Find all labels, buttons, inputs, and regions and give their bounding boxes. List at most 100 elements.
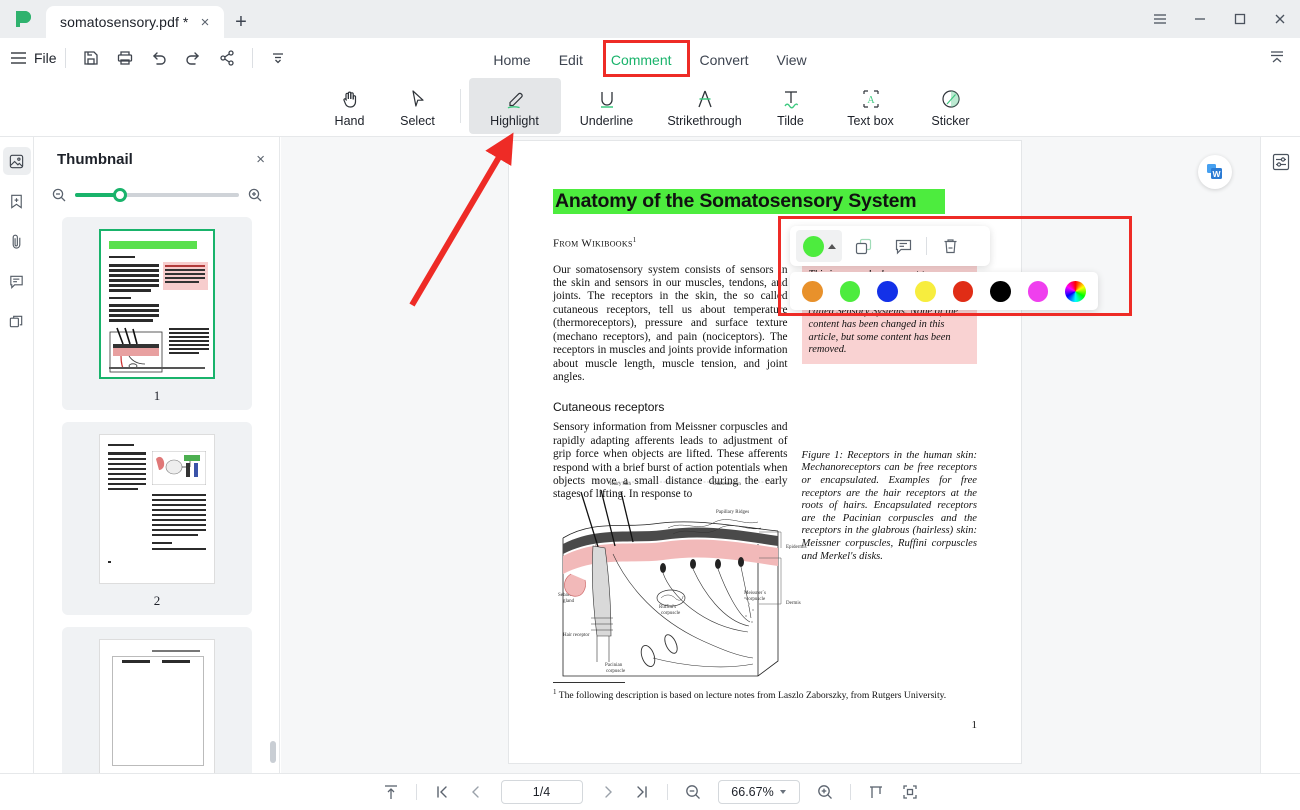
close-icon[interactable] bbox=[1260, 0, 1300, 38]
tool-label: Select bbox=[400, 114, 435, 128]
tab-title: somatosensory.pdf * bbox=[60, 14, 189, 30]
svg-text:Dermis: Dermis bbox=[786, 601, 801, 606]
divider bbox=[849, 784, 851, 800]
window-menu-icon[interactable] bbox=[1140, 0, 1180, 38]
list-item[interactable]: 1 bbox=[62, 217, 252, 410]
rail-bookmark-add-icon[interactable] bbox=[3, 187, 31, 215]
delete-button[interactable] bbox=[931, 230, 969, 262]
divider bbox=[459, 89, 461, 123]
swatch-orange[interactable] bbox=[802, 280, 823, 302]
tab-home[interactable]: Home bbox=[479, 48, 544, 72]
zoom-in-icon[interactable] bbox=[247, 187, 263, 203]
svg-text:gland: gland bbox=[563, 599, 575, 604]
tool-label: Underline bbox=[579, 114, 634, 128]
thumbnail-page-1[interactable] bbox=[99, 229, 215, 379]
color-dropdown-button[interactable] bbox=[796, 230, 842, 262]
rail-layers-icon[interactable] bbox=[3, 307, 31, 335]
tilde-icon bbox=[780, 84, 802, 110]
zoom-out-icon[interactable] bbox=[678, 779, 708, 805]
sticker-icon bbox=[940, 84, 962, 110]
thumbnail-page-3[interactable] bbox=[99, 639, 215, 773]
title-bar: somatosensory.pdf * × + bbox=[0, 0, 1300, 38]
tool-strikethrough[interactable]: Strikethrough bbox=[653, 78, 757, 134]
convert-to-word-button[interactable]: W bbox=[1198, 155, 1232, 189]
document-title: Anatomy of the Somatosensory System bbox=[553, 189, 945, 214]
rail-comment-icon[interactable] bbox=[3, 267, 31, 295]
document-page-number: 1 bbox=[971, 719, 978, 731]
chevron-up-icon bbox=[827, 243, 836, 249]
thumbnail-scrollbar[interactable] bbox=[270, 741, 276, 763]
tab-edit[interactable]: Edit bbox=[545, 48, 597, 72]
thumbnail-zoom-row bbox=[35, 181, 279, 203]
tool-label: Sticker bbox=[931, 114, 970, 128]
word-icon: W bbox=[1205, 162, 1225, 182]
fullscreen-icon[interactable] bbox=[895, 779, 925, 805]
rail-thumbnail-icon[interactable] bbox=[2, 147, 31, 175]
zoom-level-selector[interactable]: 66.67% bbox=[717, 780, 800, 804]
next-page-icon[interactable] bbox=[593, 779, 623, 805]
footnote-marker: 1 bbox=[553, 687, 557, 696]
swatch-blue[interactable] bbox=[877, 280, 898, 302]
tab-view[interactable]: View bbox=[763, 48, 821, 72]
first-page-icon[interactable] bbox=[427, 779, 457, 805]
zoom-in-icon[interactable] bbox=[810, 779, 840, 805]
chevron-down-icon bbox=[779, 790, 786, 794]
last-page-icon[interactable] bbox=[627, 779, 657, 805]
tool-sticker[interactable]: Sticker bbox=[917, 78, 985, 134]
list-item[interactable]: 2 bbox=[62, 422, 252, 615]
app-logo-icon bbox=[0, 0, 46, 38]
tool-select[interactable]: Select bbox=[384, 78, 452, 134]
tool-highlight[interactable]: Highlight bbox=[468, 78, 561, 134]
swatch-green[interactable] bbox=[839, 280, 861, 302]
figure-caption: Figure 1: Receptors in the human skin: M… bbox=[801, 449, 977, 562]
new-tab-button[interactable]: + bbox=[224, 6, 258, 38]
footnote-body: The following description is based on le… bbox=[558, 690, 947, 701]
zoom-out-icon[interactable] bbox=[51, 187, 67, 203]
fit-width-icon[interactable] bbox=[861, 779, 891, 805]
svg-text:W: W bbox=[1212, 169, 1221, 179]
tool-label: Tilde bbox=[777, 114, 804, 128]
tool-textbox[interactable]: A Text box bbox=[825, 78, 917, 134]
swatch-custom-color-wheel[interactable] bbox=[1065, 280, 1086, 302]
tool-underline[interactable]: Underline bbox=[561, 78, 653, 134]
thumbnail-size-slider[interactable] bbox=[75, 187, 239, 203]
underline-icon bbox=[595, 84, 619, 110]
copy-button[interactable] bbox=[844, 230, 882, 262]
document-tab[interactable]: somatosensory.pdf * × bbox=[46, 6, 224, 38]
minimize-icon[interactable] bbox=[1180, 0, 1220, 38]
maximize-icon[interactable] bbox=[1220, 0, 1260, 38]
tool-hand[interactable]: Hand bbox=[316, 78, 384, 134]
prev-page-icon[interactable] bbox=[461, 779, 491, 805]
svg-text:Papillary Ridges: Papillary Ridges bbox=[716, 510, 749, 515]
page-title: Thumbnail bbox=[57, 150, 133, 168]
tool-tilde[interactable]: Tilde bbox=[757, 78, 825, 134]
thumbnail-page-number: 1 bbox=[153, 388, 161, 403]
swatch-yellow[interactable] bbox=[914, 280, 936, 302]
svg-text:Glabrous skin: Glabrous skin bbox=[713, 482, 741, 487]
rail-attachment-icon[interactable] bbox=[3, 227, 31, 255]
zoom-level-value: 66.67% bbox=[731, 785, 774, 799]
thumbnail-page-2[interactable] bbox=[99, 434, 215, 584]
list-item[interactable]: 3 bbox=[62, 627, 252, 773]
properties-icon[interactable] bbox=[1268, 149, 1294, 175]
svg-text:A: A bbox=[867, 95, 875, 106]
close-panel-icon[interactable]: × bbox=[256, 151, 265, 168]
swatch-red[interactable] bbox=[952, 280, 974, 302]
highlight-popup bbox=[790, 226, 1098, 310]
swatch-black[interactable] bbox=[990, 280, 1011, 302]
textbox-icon: A bbox=[860, 84, 882, 110]
slider-knob[interactable] bbox=[112, 188, 127, 202]
color-palette bbox=[790, 272, 1098, 310]
side-rail bbox=[0, 137, 34, 773]
swatch-magenta[interactable] bbox=[1027, 280, 1049, 302]
ribbon-tab-strip: Home Edit Comment Convert View bbox=[0, 44, 1300, 77]
tab-convert[interactable]: Convert bbox=[686, 48, 763, 72]
page-indicator[interactable]: 1/4 bbox=[500, 780, 583, 804]
note-button[interactable] bbox=[884, 230, 922, 262]
body-paragraph-1: Our somatosensory system consists of sen… bbox=[553, 263, 788, 383]
app-window: somatosensory.pdf * × + File Home Edit C… bbox=[0, 0, 1300, 810]
tab-comment[interactable]: Comment bbox=[597, 48, 686, 77]
fit-page-icon[interactable] bbox=[376, 779, 406, 805]
thumbnail-panel: Thumbnail × 1 2 bbox=[35, 137, 280, 773]
close-tab-icon[interactable]: × bbox=[196, 13, 214, 31]
